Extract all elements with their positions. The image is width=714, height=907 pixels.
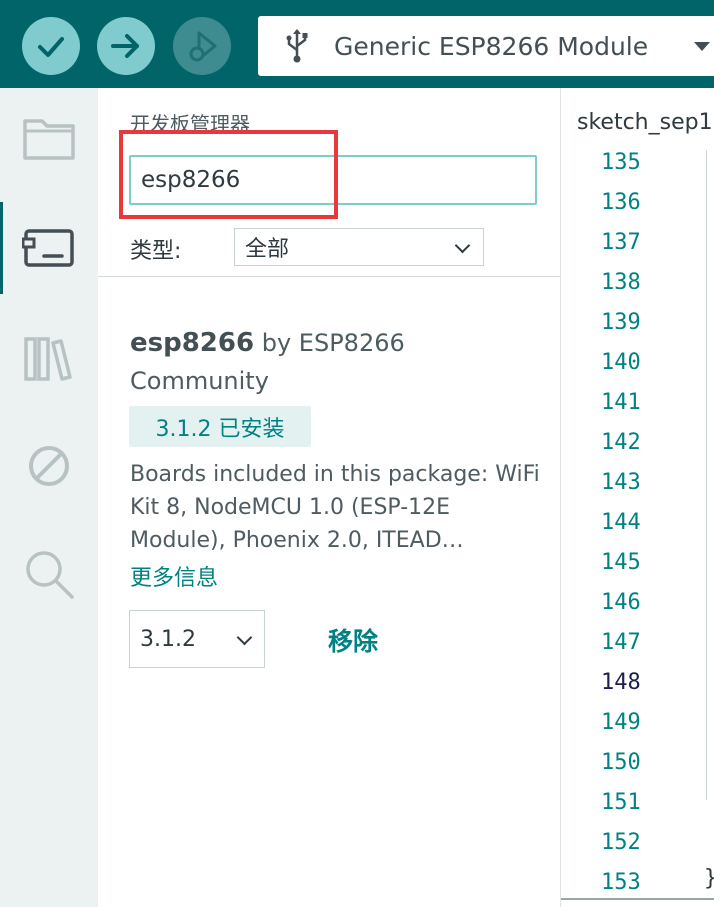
library-icon	[24, 337, 72, 381]
line-number: 149	[601, 710, 641, 735]
annotation-highlight-box	[119, 130, 338, 219]
type-filter-select[interactable]: 全部	[234, 228, 484, 266]
line-number: 141	[601, 390, 641, 415]
code-editor: sketch_sep1 135 136 137 138 139 140 141 …	[560, 88, 714, 907]
arrow-right-icon	[111, 34, 139, 58]
board-selector[interactable]: Generic ESP8266 Module	[258, 16, 714, 76]
divider	[98, 276, 560, 277]
debug-panel-button[interactable]	[0, 426, 98, 506]
line-number: 142	[601, 430, 641, 455]
line-number: 151	[601, 790, 641, 815]
boards-manager-panel: 开发板管理器 类型: 全部 esp8266 by ESP8266 Communi…	[98, 88, 560, 907]
version-value: 3.1.2	[140, 626, 196, 652]
line-number: 144	[601, 510, 641, 535]
more-info-link[interactable]: 更多信息	[130, 560, 218, 592]
debug-button[interactable]	[173, 17, 231, 75]
line-number: 139	[601, 310, 641, 335]
line-number: 150	[601, 750, 641, 775]
package-title: esp8266 by ESP8266 Community	[130, 324, 530, 400]
line-number: 153	[601, 870, 641, 895]
type-label: 类型:	[130, 239, 182, 264]
line-number: 145	[601, 550, 641, 575]
line-number: 138	[601, 270, 641, 295]
folder-icon	[23, 119, 75, 160]
line-number: 147	[601, 630, 641, 655]
upload-button[interactable]	[97, 17, 155, 75]
line-number: 143	[601, 470, 641, 495]
toolbar: Generic ESP8266 Module	[0, 0, 714, 88]
arduino-ide-window: Generic ESP8266 Module 开发板管理器 esp8266 类型…	[0, 0, 714, 907]
debug-icon	[189, 31, 217, 62]
code-text[interactable]: }	[704, 866, 714, 891]
line-number: 135	[601, 150, 641, 175]
boards-manager-button[interactable]	[0, 208, 98, 288]
type-filter-value: 全部	[245, 237, 290, 262]
line-number: 136	[601, 190, 641, 215]
chevron-down-icon	[454, 237, 471, 254]
version-select[interactable]: 3.1.2	[129, 610, 265, 668]
sketchbook-button[interactable]	[0, 98, 98, 178]
board-name: Generic ESP8266 Module	[334, 31, 649, 61]
verify-button[interactable]	[22, 17, 80, 75]
line-number: 137	[601, 230, 641, 255]
line-number: 152	[601, 830, 641, 855]
installed-badge: 3.1.2 已安装	[129, 406, 311, 447]
line-number-current: 148	[601, 670, 641, 695]
search-button[interactable]	[0, 534, 98, 614]
usb-icon	[284, 28, 310, 64]
remove-button[interactable]: 移除	[328, 622, 378, 658]
check-icon	[38, 37, 64, 57]
line-number: 140	[601, 350, 641, 375]
package-name: esp8266	[130, 328, 255, 358]
gutter-divider	[706, 150, 707, 800]
search-icon	[26, 551, 74, 599]
debug-disabled-icon	[29, 446, 69, 486]
editor-bottom-border	[561, 898, 714, 900]
editor-tab[interactable]: sketch_sep1	[577, 110, 713, 135]
library-manager-button[interactable]	[0, 318, 98, 398]
package-description: Boards included in this package: WiFi Ki…	[130, 462, 540, 553]
board-icon	[22, 229, 74, 267]
chevron-down-icon	[236, 629, 253, 646]
line-number: 146	[601, 590, 641, 615]
chevron-down-icon	[694, 42, 710, 51]
activity-rail	[0, 88, 98, 907]
